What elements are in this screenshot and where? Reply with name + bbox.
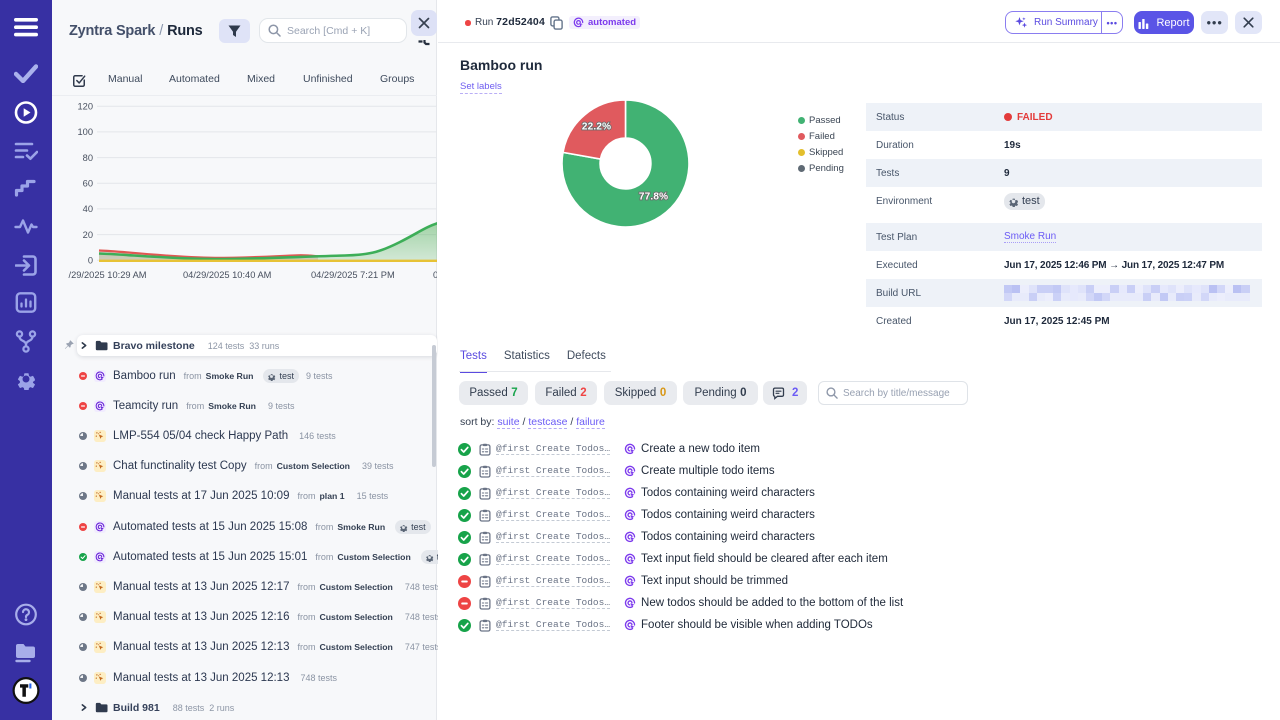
svg-text:22.2%: 22.2%	[582, 122, 611, 133]
svg-text:60: 60	[83, 179, 93, 189]
svg-text:100: 100	[77, 127, 93, 137]
svg-text:80: 80	[83, 153, 93, 163]
svg-text:/29/2025 10:29 AM: /29/2025 10:29 AM	[69, 270, 147, 280]
svg-text:0: 0	[88, 256, 93, 266]
svg-text:04/29/2025 10:40 AM: 04/29/2025 10:40 AM	[183, 270, 271, 280]
svg-text:0: 0	[433, 270, 437, 280]
svg-text:40: 40	[83, 204, 93, 214]
svg-text:20: 20	[83, 230, 93, 240]
svg-text:77.8%: 77.8%	[639, 192, 668, 203]
svg-text:120: 120	[77, 102, 93, 112]
svg-text:04/29/2025 7:21 PM: 04/29/2025 7:21 PM	[311, 270, 395, 280]
